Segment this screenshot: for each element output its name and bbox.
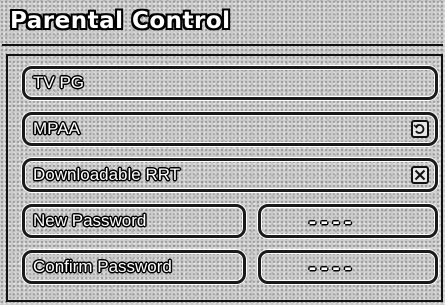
confirm-password-field[interactable]: ----: [258, 250, 438, 284]
page-title: Parental Control: [10, 8, 231, 34]
title-bar: Parental Control: [2, 2, 443, 46]
menu-item-label: TV PG: [33, 73, 85, 92]
menu-item-label: Confirm Password: [33, 257, 172, 276]
close-box-icon[interactable]: [411, 166, 429, 184]
menu-item-label: MPAA: [33, 119, 80, 138]
menu-item-downloadable-rrt[interactable]: Downloadable RRT: [22, 158, 438, 192]
password-mask: ----: [307, 212, 355, 233]
menu-item-label: Downloadable RRT: [33, 165, 181, 184]
cycle-icon[interactable]: [411, 120, 429, 138]
menu-item-label: New Password: [33, 211, 147, 230]
menu-item-new-password: New Password: [22, 204, 246, 238]
menu-item-confirm-password: Confirm Password: [22, 250, 246, 284]
new-password-field[interactable]: ----: [258, 204, 438, 238]
menu-panel: TV PG MPAA Downloadable RRT New Password: [6, 54, 443, 302]
menu-item-tv-pg[interactable]: TV PG: [22, 66, 438, 100]
parental-control-screen: Parental Control TV PG MPAA Downloadable…: [0, 0, 445, 305]
menu-item-mpaa[interactable]: MPAA: [22, 112, 438, 146]
password-mask: ----: [307, 258, 355, 279]
